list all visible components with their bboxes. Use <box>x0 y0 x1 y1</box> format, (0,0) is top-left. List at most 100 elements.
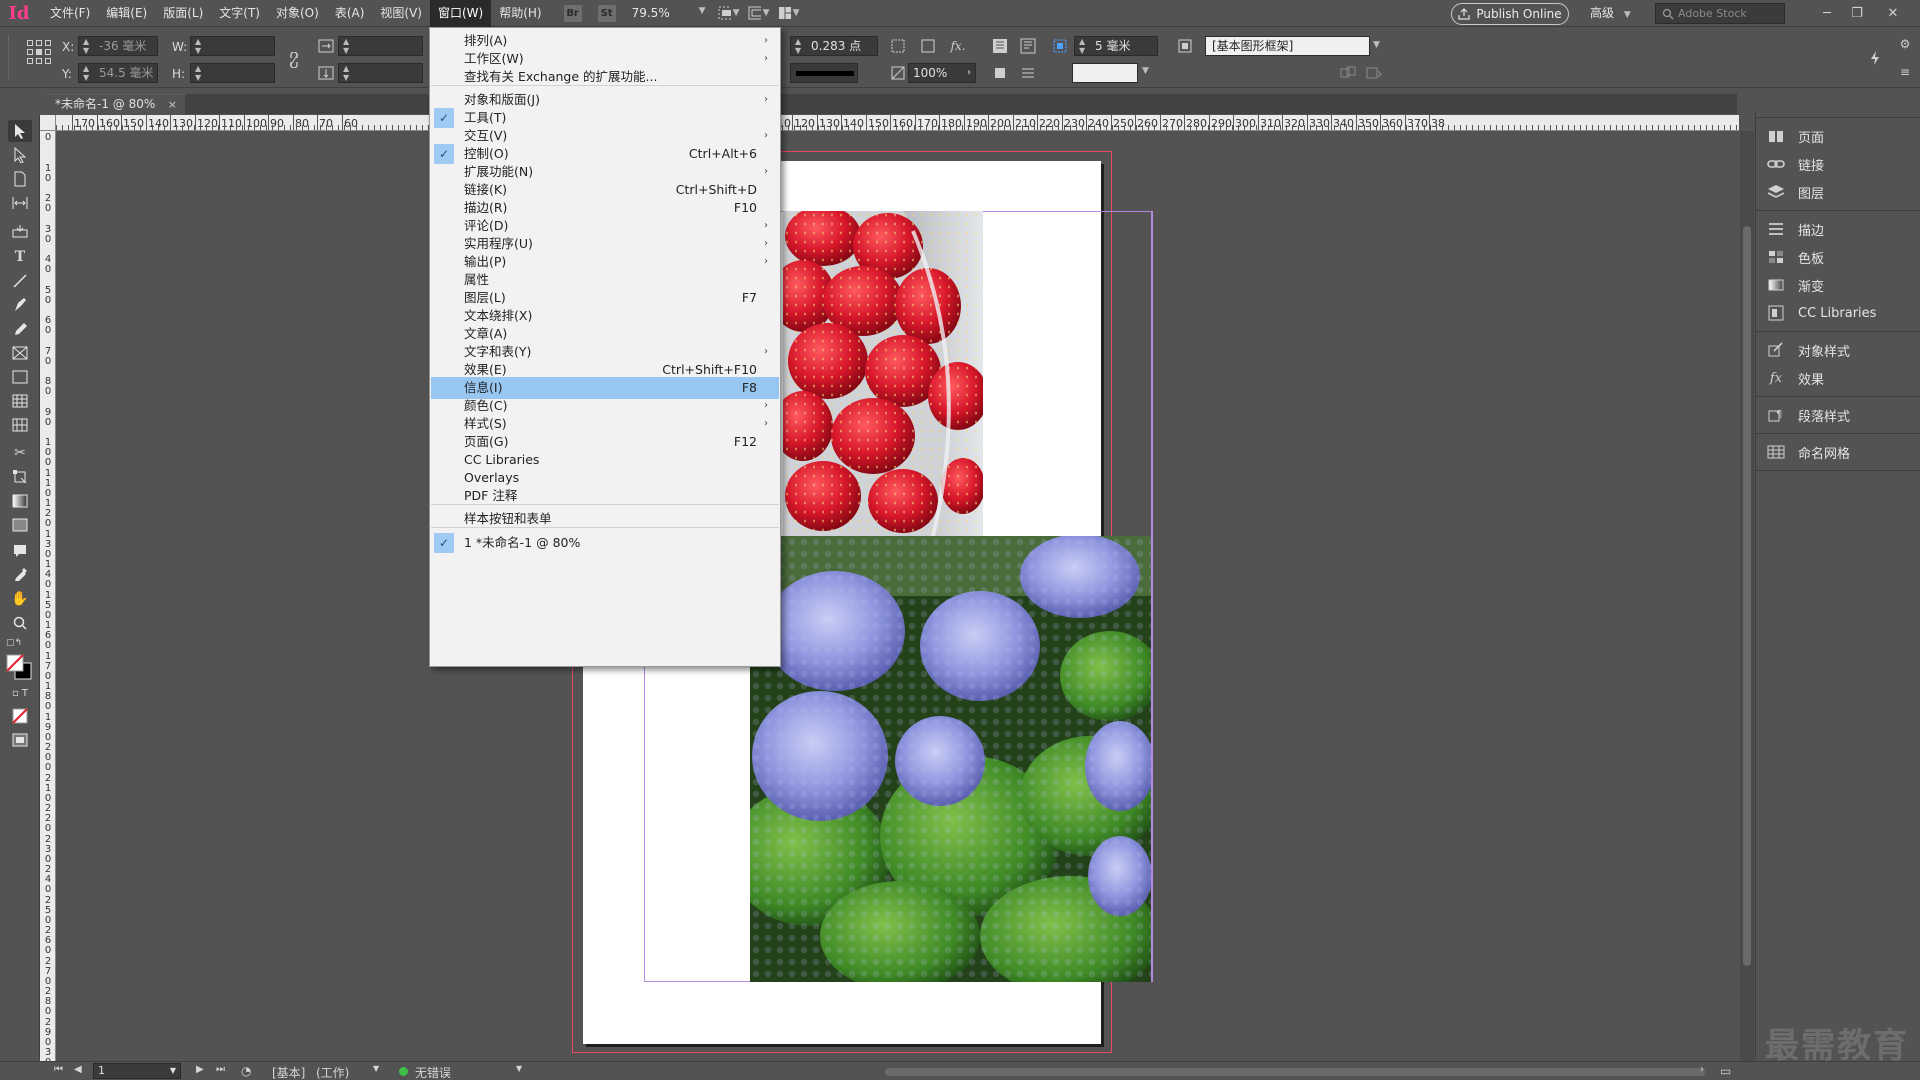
menu-item[interactable]: 视图(V) <box>372 0 430 27</box>
panel-tab-object-styles[interactable]: 对象样式 <box>1756 336 1920 364</box>
panel-tab-gradient[interactable]: 渐变 <box>1756 271 1920 299</box>
bridge-badge[interactable]: Br <box>563 4 582 22</box>
vertical-scrollbar[interactable] <box>1740 131 1754 1061</box>
next-page-icon[interactable]: ▶ <box>196 1064 204 1075</box>
text-frame-options-icon[interactable] <box>1018 36 1038 56</box>
chevron-down-icon[interactable]: ▼ <box>1373 40 1380 50</box>
window-menu-item[interactable]: 查找有关 Exchange 的扩展功能... <box>431 66 779 88</box>
screen-mode-icon[interactable]: ▼ <box>748 3 770 23</box>
stepper-icon[interactable]: ▲ ▼ <box>83 37 89 55</box>
chevron-down-icon[interactable]: ▼ <box>1142 66 1149 76</box>
arrange-documents-icon[interactable]: ▼ <box>778 3 800 23</box>
hand-tool-icon[interactable]: ✋ <box>8 588 32 610</box>
clear-overrides-icon[interactable] <box>1338 63 1358 83</box>
window-menu-item[interactable]: ✓ 1 *未命名-1 @ 80% <box>431 532 779 554</box>
lightning-icon[interactable] <box>1865 48 1885 68</box>
stepper-icon[interactable]: ▲ ▼ <box>343 37 349 55</box>
menu-item[interactable]: 对象(O) <box>268 0 327 27</box>
window-menu-item[interactable]: PDF 注释 <box>431 485 779 507</box>
selection-tool-icon[interactable] <box>8 120 32 142</box>
horizontal-grid-tool-icon[interactable] <box>8 390 32 412</box>
zoom-level-select[interactable]: 79.5% ▼ <box>632 6 710 20</box>
chevron-down-icon[interactable]: ▼ <box>373 1064 379 1073</box>
eyedropper-tool-icon[interactable] <box>8 564 32 586</box>
open-page-icon[interactable]: ◔ <box>241 1064 251 1078</box>
stepper-icon[interactable]: ▲ ▼ <box>1079 37 1085 55</box>
panel-tab-swatches[interactable]: 色板 <box>1756 243 1920 271</box>
menu-item[interactable]: 版面(L) <box>155 0 211 27</box>
type-tool-icon[interactable]: T <box>8 246 32 268</box>
panel-tab-links[interactable]: 链接 <box>1756 150 1920 178</box>
panel-tab-pages[interactable]: 页面 <box>1756 122 1920 150</box>
hamburger-menu-icon[interactable]: ≡ <box>1895 62 1915 82</box>
menu-item[interactable]: 文字(T) <box>211 0 268 27</box>
object-style-select[interactable]: [基本图形框架] <box>1205 36 1370 56</box>
line-tool-icon[interactable] <box>8 270 32 292</box>
workspace-select[interactable]: 高级 ▼ <box>1590 0 1631 27</box>
page-tool-icon[interactable] <box>8 168 32 190</box>
panel-tab-effects[interactable]: fx 效果 <box>1756 364 1920 392</box>
menu-item[interactable]: 帮助(H) <box>491 0 549 27</box>
window-menu-item[interactable]: 样本按钮和表单 <box>431 508 779 530</box>
chevron-down-icon[interactable]: ▼ <box>170 1064 176 1078</box>
scissors-tool-icon[interactable]: ✂ <box>8 442 32 464</box>
fill-stroke-swatch-icon[interactable] <box>4 652 34 682</box>
frame-icon[interactable] <box>918 36 938 56</box>
stepper-icon[interactable]: ▲ ▼ <box>83 64 89 82</box>
auto-fit-icon[interactable] <box>1050 36 1070 56</box>
break-link-icon[interactable] <box>1364 63 1384 83</box>
panel-tab-paragraph-styles[interactable]: ¶ 段落样式 <box>1756 401 1920 429</box>
menu-item[interactable]: 编辑(E) <box>98 0 155 27</box>
stepper-icon[interactable]: ▲ ▼ <box>195 64 201 82</box>
screen-mode-toggle-icon[interactable] <box>8 729 32 751</box>
height-field[interactable]: ▲ ▼ <box>190 63 275 83</box>
menu-item[interactable]: 窗口(W) <box>429 0 492 27</box>
split-view-icon[interactable]: ▭ <box>1720 1064 1731 1078</box>
stepper-icon[interactable]: ▲ ▼ <box>195 37 201 55</box>
default-fill-stroke-icon[interactable]: ▢↰ <box>4 636 24 650</box>
gradient-swatch-tool-icon[interactable] <box>8 490 32 512</box>
gap-tool-icon[interactable] <box>8 192 32 214</box>
formatting-affects-container-icon[interactable]: ▫ T <box>8 685 32 701</box>
apply-none-icon[interactable] <box>8 705 32 727</box>
stepper-icon[interactable]: ▲ ▼ <box>795 37 801 55</box>
constrain-proportions-icon[interactable] <box>284 50 304 70</box>
x-position-field[interactable]: ▲ ▼ -36 毫米 <box>78 36 158 56</box>
document-tab[interactable]: *未命名-1 @ 80% × <box>47 94 185 114</box>
reference-point-icon[interactable] <box>27 40 51 64</box>
ruler-origin[interactable] <box>40 115 56 131</box>
horizontal-ruler[interactable]: 1701601501401301201101009080706070809010… <box>56 115 1739 131</box>
object-style-preview-field[interactable] <box>1072 63 1138 83</box>
stepper-icon[interactable]: ▲ ▼ <box>343 64 349 82</box>
rectangle-frame-tool-icon[interactable] <box>8 342 32 364</box>
previous-page-icon[interactable]: ◀ <box>74 1064 82 1075</box>
distribute-icon[interactable] <box>1018 63 1038 83</box>
scale-x-field[interactable]: ▲ ▼ <box>338 36 423 56</box>
vertical-grid-tool-icon[interactable] <box>8 414 32 436</box>
pen-tool-icon[interactable] <box>8 294 32 316</box>
restore-button[interactable]: ❐ <box>1842 0 1872 27</box>
zoom-tool-icon[interactable] <box>8 612 32 634</box>
object-styles-icon[interactable] <box>1175 36 1195 56</box>
pasteboard[interactable] <box>56 131 1739 1061</box>
effects-fx-icon[interactable]: fx. <box>948 36 968 56</box>
y-position-field[interactable]: ▲ ▼ 54.5 毫米 <box>78 63 158 83</box>
adobe-stock-search[interactable]: Adobe Stock <box>1655 3 1785 24</box>
width-field[interactable]: ▲ ▼ <box>190 36 275 56</box>
pencil-tool-icon[interactable] <box>8 318 32 340</box>
hydrangea-image[interactable] <box>750 536 1151 982</box>
last-page-icon[interactable]: ⏭ <box>216 1064 225 1075</box>
content-collector-icon[interactable] <box>8 220 32 242</box>
close-window-button[interactable]: ✕ <box>1878 0 1908 27</box>
free-transform-tool-icon[interactable] <box>8 466 32 488</box>
frame-fitting-icon[interactable] <box>888 36 908 56</box>
vertical-ruler[interactable]: 01 02 03 04 05 06 07 08 09 01 0 01 1 01 … <box>40 131 56 1061</box>
minimize-button[interactable]: ─ <box>1812 0 1842 27</box>
horizontal-scrollbar[interactable] <box>885 1068 1705 1076</box>
view-options-icon[interactable]: ▼ <box>718 3 740 23</box>
scroll-right-icon[interactable]: › <box>1700 1064 1704 1075</box>
panel-tab-stroke[interactable]: 描边 <box>1756 215 1920 243</box>
direct-selection-tool-icon[interactable] <box>8 144 32 166</box>
panel-tab-layers[interactable]: 图层 <box>1756 178 1920 206</box>
gear-icon[interactable]: ⚙ <box>1895 34 1915 54</box>
